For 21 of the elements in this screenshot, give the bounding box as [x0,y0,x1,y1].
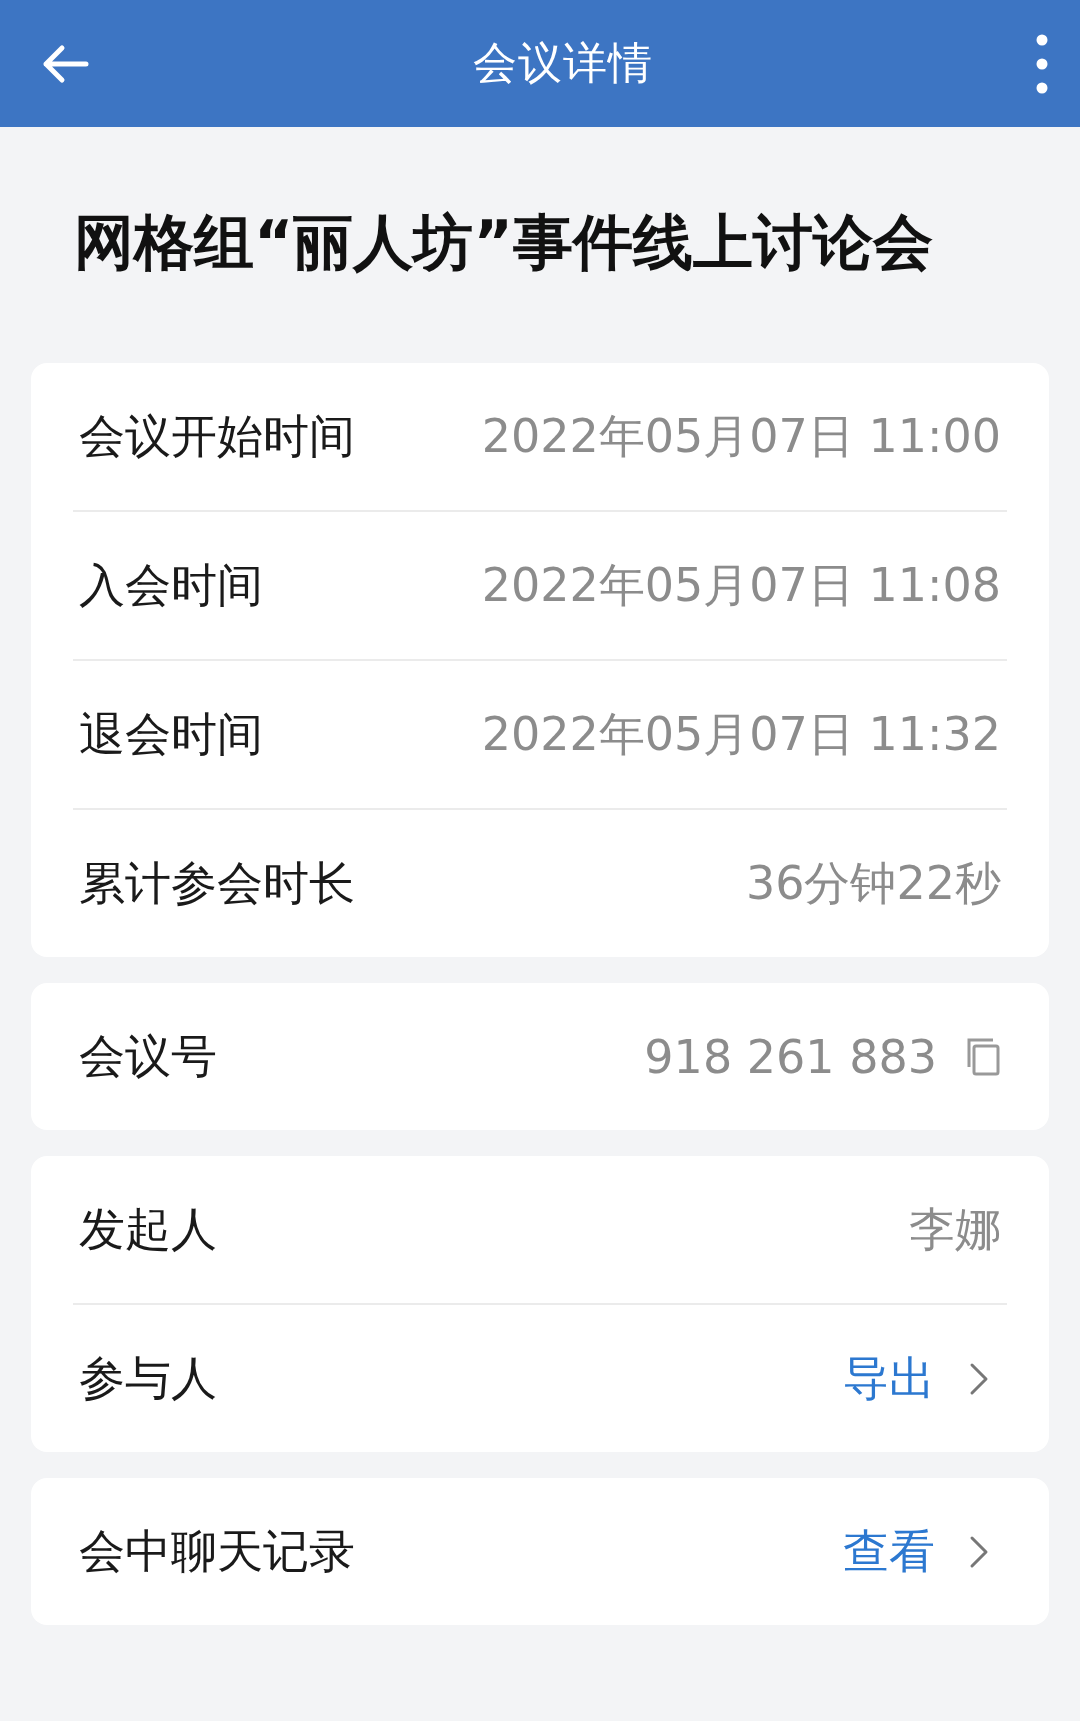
action-link[interactable]: 查看 [843,1520,935,1583]
field-label: 退会时间 [78,705,263,763]
field-value: 2022年05月07日 11:08 [481,556,1002,614]
field-value: 李娜 [909,1200,1002,1258]
field-label: 累计参会时长 [78,854,355,912]
chevron-right-icon[interactable] [969,1361,989,1396]
field-value: 2022年05月07日 11:32 [481,705,1002,763]
field-value: 2022年05月07日 11:00 [481,407,1002,465]
field-label: 发起人 [78,1200,217,1258]
meeting-title: 网格组“丽人坊”事件线上讨论会 [74,206,934,279]
screen-title: 会议详情 [473,36,653,90]
field-label: 参与人 [78,1349,217,1407]
field-label: 会议开始时间 [78,407,355,465]
field-label: 会中聊天记录 [78,1522,355,1580]
field-label: 会议号 [78,1027,217,1085]
more-icon[interactable] [1036,33,1048,94]
field-label: 入会时间 [78,556,263,614]
action-link[interactable]: 导出 [843,1347,935,1410]
field-value: 36分钟22秒 [745,854,1002,912]
chevron-right-icon[interactable] [969,1534,989,1569]
field-value: 918 261 883 [644,1029,938,1084]
